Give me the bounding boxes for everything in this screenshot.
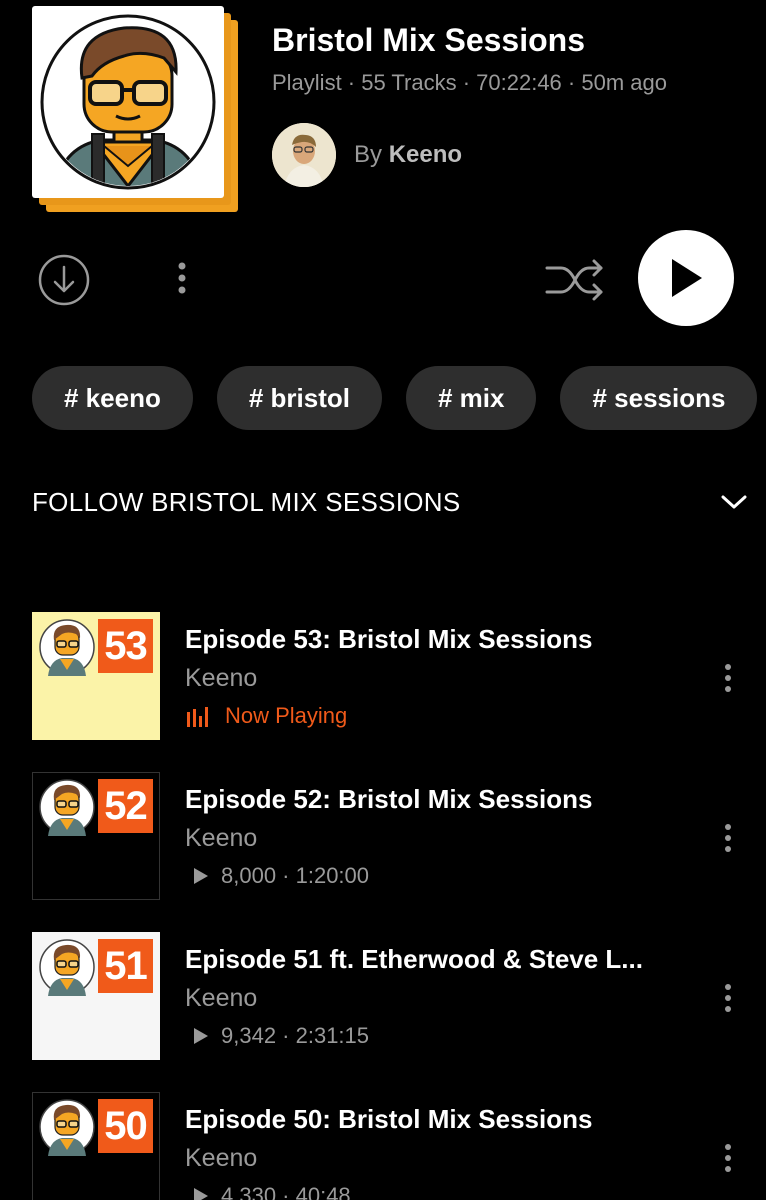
owner-byline[interactable]: By Keeno <box>354 141 462 169</box>
play-count-icon <box>194 1188 208 1200</box>
more-vertical-icon <box>725 664 731 692</box>
track-title[interactable]: Episode 53: Bristol Mix Sessions <box>185 624 685 655</box>
track-more-button[interactable] <box>712 1138 744 1178</box>
episode-number-badge: 52 <box>98 779 153 833</box>
track-more-button[interactable] <box>712 658 744 698</box>
download-button[interactable] <box>36 252 92 308</box>
owner-row[interactable]: By Keeno <box>272 123 462 187</box>
track-thumbnail[interactable]: 53 <box>32 612 160 740</box>
play-count-duration: 9,342 · 2:31:15 <box>221 1023 370 1048</box>
track-thumbnail[interactable]: 51 <box>32 932 160 1060</box>
track-more-button[interactable] <box>712 978 744 1018</box>
track-row[interactable]: 50 Episode 50: Bristol Mix Sessions Keen… <box>0 1092 766 1200</box>
more-vertical-icon <box>725 824 731 852</box>
play-count-duration: 4,330 · 40:48 <box>221 1183 351 1200</box>
track-more-button[interactable] <box>712 818 744 858</box>
play-icon <box>672 259 702 297</box>
avatar-illustration <box>39 1099 95 1156</box>
playlist-header: Bristol Mix Sessions Playlist · 55 Track… <box>0 0 766 230</box>
track-artist[interactable]: Keeno <box>185 1144 257 1173</box>
avatar-illustration <box>40 14 216 190</box>
equalizer-icon <box>187 707 208 727</box>
play-count-icon <box>194 1028 208 1044</box>
track-stats: 9,342 · 2:31:15 <box>185 1023 369 1049</box>
track-thumbnail[interactable]: 50 <box>32 1092 160 1200</box>
playlist-title: Bristol Mix Sessions <box>272 22 585 58</box>
owner-name[interactable]: Keeno <box>389 141 462 168</box>
now-playing-label: Now Playing <box>225 703 348 728</box>
track-title[interactable]: Episode 50: Bristol Mix Sessions <box>185 1104 685 1135</box>
avatar-illustration <box>39 619 95 676</box>
shuffle-icon <box>545 259 603 301</box>
download-circle-icon <box>38 254 90 306</box>
episode-number-badge: 51 <box>98 939 153 993</box>
tag-chip-mix[interactable]: # mix <box>405 366 537 430</box>
playlist-meta: Playlist · 55 Tracks · 70:22:46 · 50m ag… <box>272 70 667 95</box>
now-playing-status: Now Playing <box>185 703 347 729</box>
by-label: By <box>354 141 383 168</box>
track-artist[interactable]: Keeno <box>185 824 257 853</box>
episode-number-badge: 53 <box>98 619 153 673</box>
track-row[interactable]: 52 Episode 52: Bristol Mix Sessions Keen… <box>0 772 766 902</box>
owner-avatar[interactable] <box>272 123 336 187</box>
tag-chip-bristol[interactable]: # bristol <box>216 366 382 430</box>
track-thumbnail[interactable]: 52 <box>32 772 160 900</box>
artwork-cover <box>32 6 224 198</box>
playlist-controls <box>0 230 766 330</box>
track-title[interactable]: Episode 51 ft. Etherwood & Steve L... <box>185 944 685 975</box>
follow-row[interactable]: FOLLOW BRISTOL MIX SESSIONS <box>32 484 748 520</box>
play-count-icon <box>194 868 208 884</box>
tag-chip-keeno[interactable]: # keeno <box>32 366 193 430</box>
follow-label: FOLLOW BRISTOL MIX SESSIONS <box>32 486 461 517</box>
track-stats: 4,330 · 40:48 <box>185 1183 351 1200</box>
track-artist[interactable]: Keeno <box>185 984 257 1013</box>
play-all-button[interactable] <box>638 230 734 326</box>
tag-chip-sessions[interactable]: # sessions <box>560 366 758 430</box>
episode-number-badge: 50 <box>98 1099 153 1153</box>
track-title[interactable]: Episode 52: Bristol Mix Sessions <box>185 784 685 815</box>
tag-list: # keeno # bristol # mix # sessions <box>32 366 758 430</box>
avatar-illustration <box>39 939 95 996</box>
track-row[interactable]: 53 Episode 53: Bristol Mix Sessions Keen… <box>0 612 766 742</box>
more-options-button[interactable] <box>166 258 198 298</box>
chevron-down-icon[interactable] <box>720 493 748 511</box>
play-count-duration: 8,000 · 1:20:00 <box>221 863 370 888</box>
avatar-illustration <box>39 779 95 836</box>
more-vertical-icon <box>725 1144 731 1172</box>
more-vertical-icon <box>725 984 731 1012</box>
owner-photo <box>272 123 336 187</box>
shuffle-button[interactable] <box>542 252 608 308</box>
more-vertical-icon <box>178 262 186 294</box>
track-row[interactable]: 51 Episode 51 ft. Etherwood & Steve L...… <box>0 932 766 1062</box>
track-artist[interactable]: Keeno <box>185 664 257 693</box>
track-stats: 8,000 · 1:20:00 <box>185 863 369 889</box>
playlist-artwork[interactable] <box>32 6 242 216</box>
